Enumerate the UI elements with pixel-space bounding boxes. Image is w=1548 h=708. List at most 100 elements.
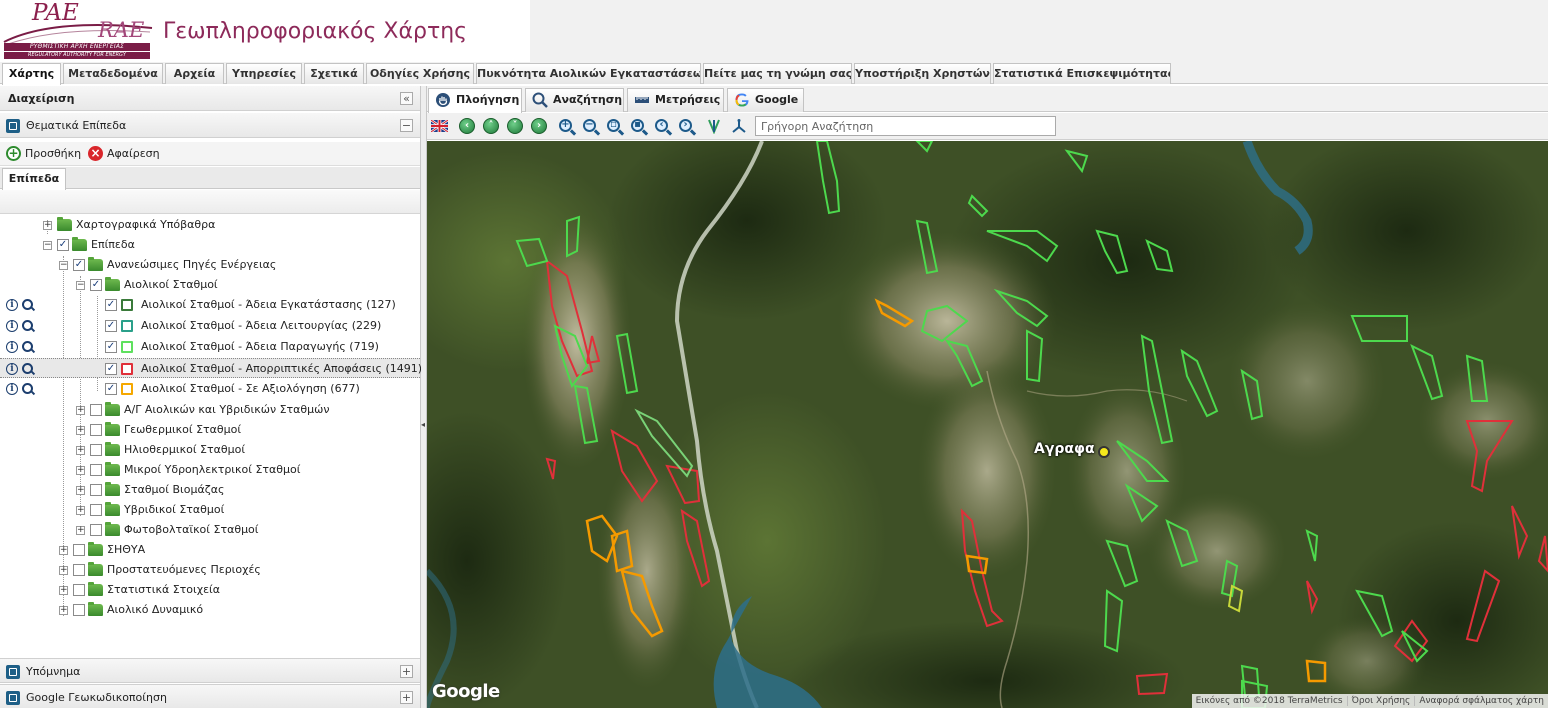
tab-google[interactable]: Google	[727, 88, 804, 112]
layer-checkbox[interactable]	[90, 444, 102, 456]
tree-row-wind-turbines[interactable]: + Α/Γ Αιολικών και Υβριδικών Σταθμών	[0, 400, 420, 420]
expand-toggle[interactable]: +	[59, 606, 68, 615]
tab-about[interactable]: Σχετικά	[304, 63, 364, 84]
tree-row-wind-potential[interactable]: + Αιολικό Δυναμικό	[0, 600, 420, 620]
tree-row-small-hydro[interactable]: + Μικροί Υδροηλεκτρικοί Σταθμοί	[0, 460, 420, 480]
tree-row-basemaps[interactable]: + Χαρτογραφικά Υπόβαθρα	[0, 215, 420, 235]
layer-checkbox[interactable]: ✓	[105, 320, 117, 332]
pan-down-icon[interactable]: ˅	[507, 118, 523, 134]
add-layer-button[interactable]: + Προσθήκη	[6, 146, 81, 162]
splitter-arrow-icon[interactable]: ◂	[421, 420, 426, 429]
zoom-box-icon[interactable]: ▫	[607, 119, 620, 132]
info-icon[interactable]: i	[6, 363, 18, 375]
tree-row-solar-thermal[interactable]: + Ηλιοθερμικοί Σταθμοί	[0, 440, 420, 460]
info-icon[interactable]: i	[6, 299, 18, 311]
zoom-previous-icon[interactable]: ‹	[655, 119, 668, 132]
expand-toggle[interactable]: +	[76, 446, 85, 455]
tree-row-hybrid[interactable]: + Υβριδικοί Σταθμοί	[0, 500, 420, 520]
zoom-to-layer-icon[interactable]	[22, 299, 33, 310]
collapse-toggle[interactable]: −	[43, 241, 52, 250]
expand-toggle[interactable]: +	[76, 466, 85, 475]
terms-link[interactable]: Όροι Χρήσης	[1346, 696, 1415, 706]
layer-checkbox[interactable]: ✓	[105, 341, 117, 353]
expand-toggle[interactable]: +	[76, 486, 85, 495]
layer-checkbox[interactable]: ✓	[105, 383, 117, 395]
tree-row-wind-stations[interactable]: − ✓ Αιολικοί Σταθμοί	[0, 275, 420, 295]
map-place-label[interactable]: Αγραφα	[1034, 441, 1095, 457]
layer-checkbox[interactable]: ✓	[57, 239, 69, 251]
map-canvas[interactable]: Αγραφα Google Εικόνες από ©2018 TerraMet…	[427, 141, 1548, 708]
zoom-to-layer-icon[interactable]	[22, 320, 33, 331]
zoom-next-icon[interactable]: ›	[679, 119, 692, 132]
tab-user-support[interactable]: Υποστήριξη Χρηστών	[854, 63, 991, 84]
expand-toggle[interactable]: +	[76, 426, 85, 435]
tab-visit-stats[interactable]: Στατιστικά Επισκεψιμότητας	[993, 63, 1171, 84]
layer-checkbox[interactable]	[90, 464, 102, 476]
google-logo[interactable]: Google	[432, 681, 500, 702]
expand-toggle[interactable]: +	[76, 506, 85, 515]
identify-icon[interactable]	[706, 118, 722, 134]
expand-toggle[interactable]: +	[43, 221, 52, 230]
tab-services[interactable]: Υπηρεσίες	[226, 63, 302, 84]
tab-metadata[interactable]: Μεταδεδομένα	[63, 63, 163, 84]
tab-navigation[interactable]: Πλοήγηση	[428, 88, 522, 113]
expand-legend-button[interactable]: +	[400, 665, 413, 678]
tree-row-biomass[interactable]: + Σταθμοί Βιομάζας	[0, 480, 420, 500]
tab-files[interactable]: Αρχεία	[165, 63, 224, 84]
layer-checkbox[interactable]	[73, 544, 85, 556]
pan-right-icon[interactable]: ›	[531, 118, 547, 134]
expand-toggle[interactable]: +	[59, 566, 68, 575]
zoom-out-icon[interactable]: −	[583, 119, 596, 132]
layer-checkbox[interactable]: ✓	[73, 259, 85, 271]
info-icon[interactable]: i	[6, 341, 18, 353]
legend-header[interactable]: Υπόμνημα +	[0, 658, 420, 683]
tree-row-wind-rejected[interactable]: i ✓ Αιολικοί Σταθμοί - Απορριπτικές Αποφ…	[0, 358, 422, 378]
tree-row-geothermal[interactable]: + Γεωθερμικοί Σταθμοί	[0, 420, 420, 440]
collapse-panel-button[interactable]: «	[400, 92, 413, 105]
expand-toggle[interactable]: +	[59, 586, 68, 595]
layer-checkbox[interactable]	[90, 504, 102, 516]
tree-row-statistics[interactable]: + Στατιστικά Στοιχεία	[0, 580, 420, 600]
tree-row-photovoltaic[interactable]: + Φωτοβολταϊκοί Σταθμοί	[0, 520, 420, 540]
zoom-to-layer-icon[interactable]	[22, 363, 33, 374]
expand-toggle[interactable]: +	[59, 546, 68, 555]
collapse-toggle[interactable]: −	[76, 281, 85, 290]
collapse-thematic-button[interactable]: −	[400, 119, 413, 132]
layer-checkbox[interactable]	[90, 424, 102, 436]
coordinates-icon[interactable]	[731, 118, 747, 134]
rae-logo[interactable]: PAE RAE ΡΥΘΜΙΣΤΙΚΗ ΑΡΧΗ ΕΝΕΡΓΕΙΑΣ REGULA…	[2, 0, 154, 60]
collapse-toggle[interactable]: −	[59, 261, 68, 270]
layer-checkbox[interactable]	[90, 484, 102, 496]
uk-flag-icon[interactable]	[431, 120, 448, 132]
expand-geocoding-button[interactable]: +	[400, 691, 413, 704]
info-icon[interactable]: i	[6, 320, 18, 332]
report-error-link[interactable]: Αναφορά σφάλματος χάρτη	[1414, 696, 1548, 706]
tree-row-chp[interactable]: + ΣΗΘΥΑ	[0, 540, 420, 560]
tab-layers[interactable]: Επίπεδα	[2, 168, 66, 190]
geocoding-header[interactable]: Google Γεωκωδικοποίηση +	[0, 684, 420, 708]
map-marker-icon[interactable]	[1098, 446, 1110, 458]
layer-checkbox[interactable]	[73, 604, 85, 616]
layer-checkbox[interactable]: ✓	[105, 299, 117, 311]
layer-checkbox[interactable]	[90, 404, 102, 416]
layer-checkbox[interactable]	[73, 584, 85, 596]
tree-row-wind-installation[interactable]: i ✓ Αιολικοί Σταθμοί - Άδεια Εγκατάσταση…	[0, 295, 420, 315]
tab-wind-density[interactable]: Πυκνότητα Αιολικών Εγκαταστάσεων	[476, 63, 701, 84]
tree-row-protected-areas[interactable]: + Προστατευόμενες Περιοχές	[0, 560, 420, 580]
tree-row-layers[interactable]: − ✓ Επίπεδα	[0, 235, 420, 255]
layer-checkbox[interactable]: ✓	[90, 279, 102, 291]
tab-instructions[interactable]: Οδηγίες Χρήσης	[366, 63, 474, 84]
pan-left-icon[interactable]: ‹	[459, 118, 475, 134]
expand-toggle[interactable]: +	[76, 406, 85, 415]
tab-search[interactable]: Αναζήτηση	[525, 88, 624, 112]
expand-toggle[interactable]: +	[76, 526, 85, 535]
remove-layer-button[interactable]: × Αφαίρεση	[88, 146, 160, 162]
layer-checkbox[interactable]	[90, 524, 102, 536]
pan-up-icon[interactable]: ˄	[483, 118, 499, 134]
tree-row-renewables[interactable]: − ✓ Ανανεώσιμες Πηγές Ενέργειας	[0, 255, 420, 275]
quick-search-input[interactable]	[755, 116, 1056, 136]
zoom-extent-icon[interactable]: ▪	[631, 119, 644, 132]
zoom-to-layer-icon[interactable]	[22, 383, 33, 394]
thematic-layers-header[interactable]: Θεματικά Επίπεδα −	[0, 113, 420, 138]
tree-row-wind-production[interactable]: i ✓ Αιολικοί Σταθμοί - Άδεια Παραγωγής (…	[0, 337, 420, 357]
